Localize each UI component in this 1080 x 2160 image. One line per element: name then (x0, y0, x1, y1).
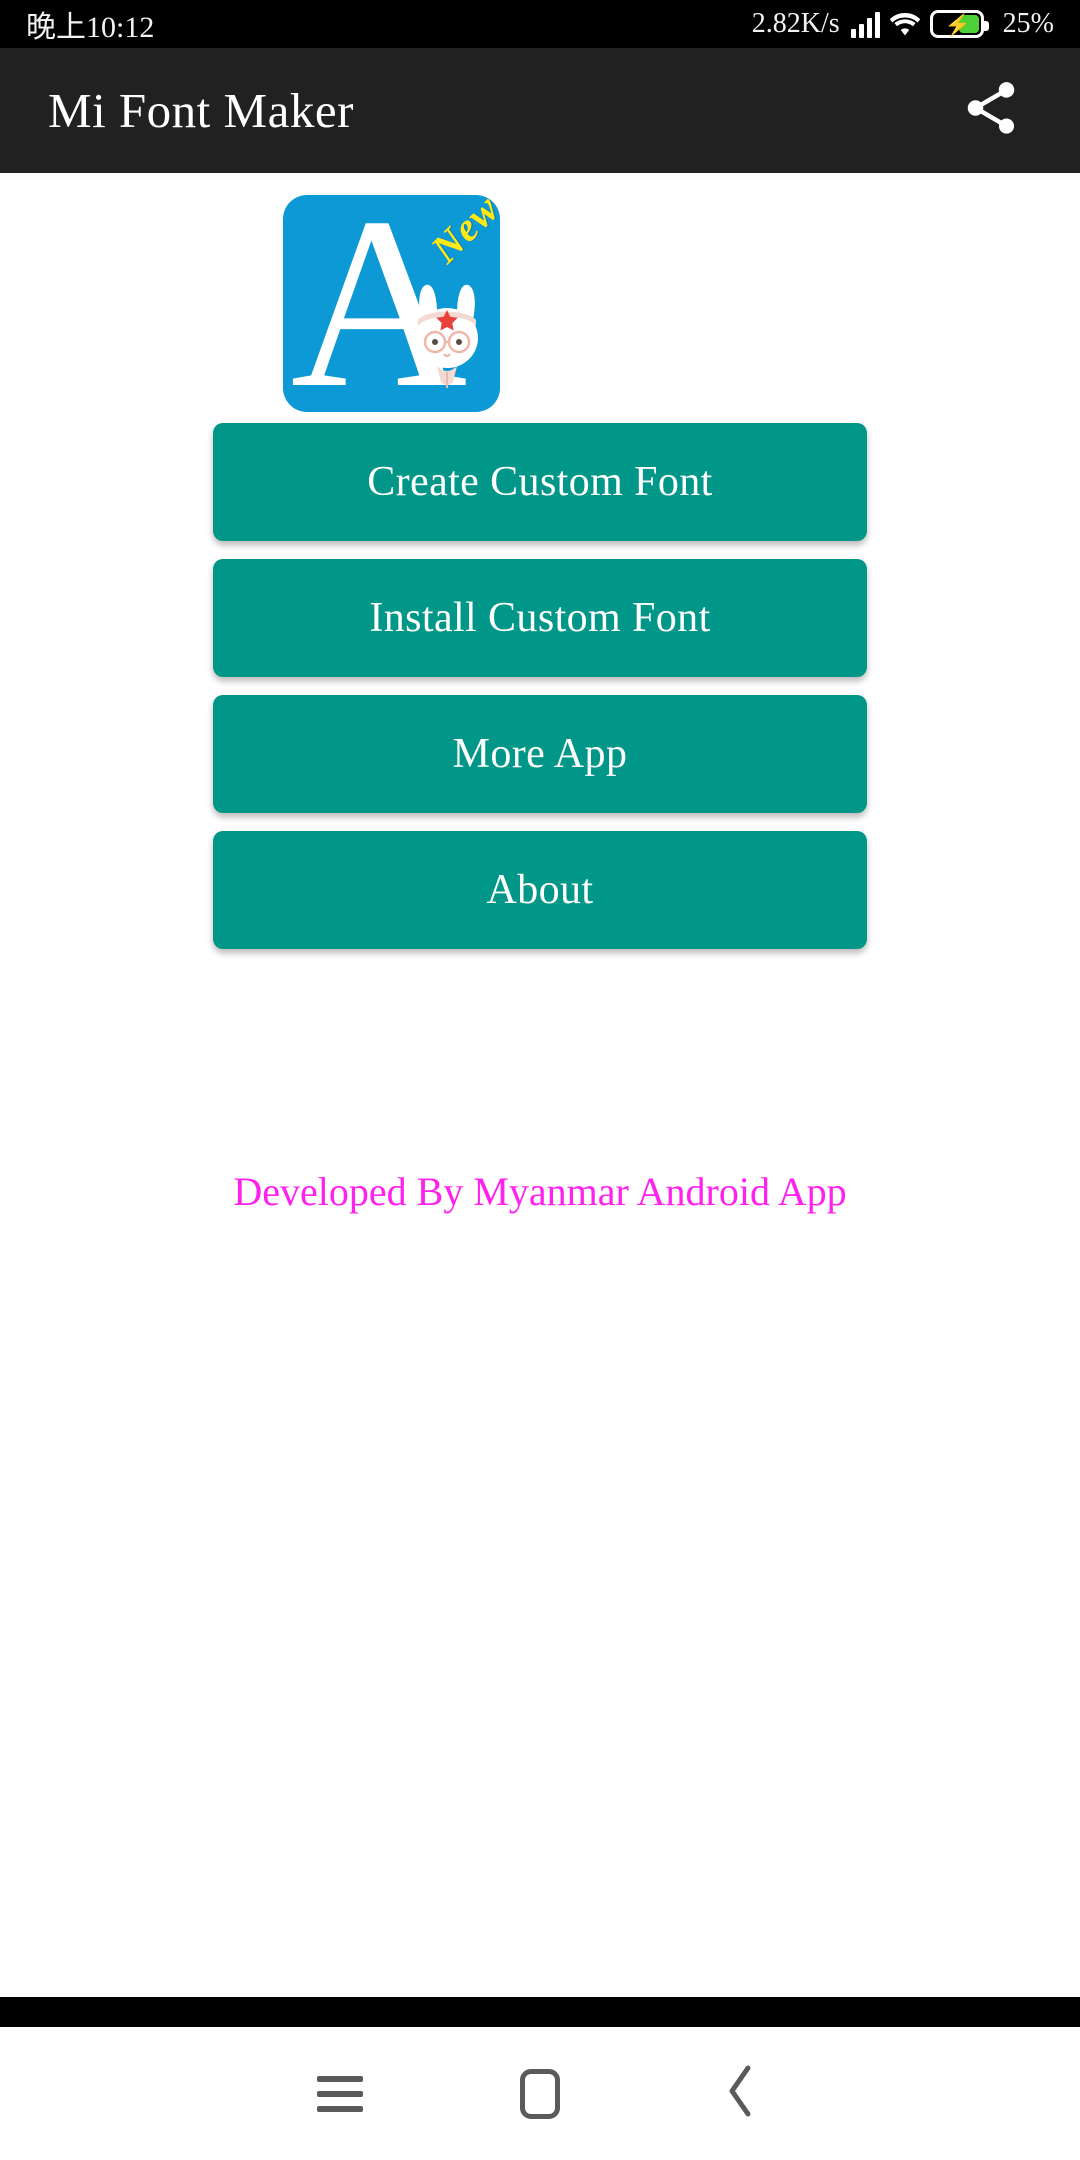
more-app-button[interactable]: More App (213, 695, 867, 813)
share-button[interactable] (946, 66, 1036, 156)
back-icon (718, 2062, 762, 2125)
phone-screen: 晚上10:12 2.82K/s ⚡ 25% Mi Font Maker A Ne… (0, 0, 1080, 2160)
battery-charging-icon: ⚡ (929, 10, 989, 38)
app-bar: Mi Font Maker (0, 48, 1080, 173)
network-speed-label: 2.82K/s (751, 8, 840, 39)
main-content: A New Create Custom Font Install Custom … (0, 173, 1080, 2160)
action-button-list: Create Custom Font Install Custom Font M… (0, 423, 1080, 1214)
status-time: 晚上10:12 (26, 11, 155, 44)
status-bar: 晚上10:12 2.82K/s ⚡ 25% (0, 0, 1080, 48)
status-indicators: 2.82K/s ⚡ 25% (752, 8, 1054, 40)
menu-button[interactable] (240, 2027, 440, 2160)
wifi-icon (889, 10, 921, 38)
system-nav-bar (0, 2027, 1080, 2160)
home-icon (520, 2068, 560, 2119)
nav-divider (0, 1997, 1080, 2027)
signal-bars-icon (850, 10, 880, 38)
share-icon (960, 75, 1022, 146)
install-custom-font-button[interactable]: Install Custom Font (213, 559, 867, 677)
about-button[interactable]: About (213, 831, 867, 949)
developer-credit: Developed By Myanmar Android App (233, 1169, 847, 1214)
mi-bunny-mascot-icon (404, 280, 490, 390)
home-button[interactable] (440, 2027, 640, 2160)
menu-icon (317, 2075, 363, 2112)
battery-percent-label: 25% (1002, 8, 1054, 39)
create-custom-font-button[interactable]: Create Custom Font (213, 423, 867, 541)
app-logo: A New (283, 186, 508, 412)
page-title: Mi Font Maker (48, 83, 354, 138)
back-button[interactable] (640, 2027, 840, 2160)
